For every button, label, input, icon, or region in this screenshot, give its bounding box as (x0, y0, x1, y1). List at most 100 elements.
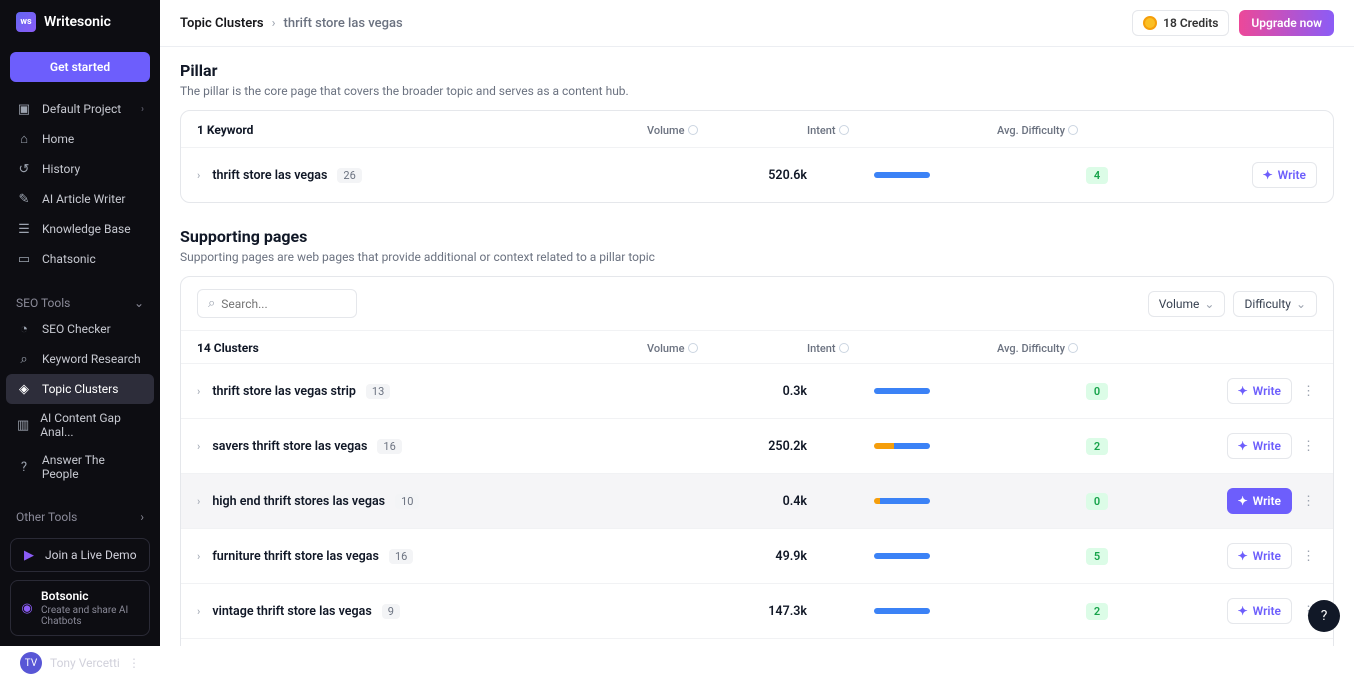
difficulty-value: 5 (997, 548, 1197, 565)
chevron-down-icon: ⌄ (134, 296, 144, 310)
more-icon[interactable]: ⋮ (1300, 549, 1317, 564)
upgrade-button[interactable]: Upgrade now (1239, 10, 1334, 36)
brand-logo: ws (16, 12, 36, 32)
sparkle-icon: ✦ (1238, 439, 1248, 453)
seo-tools-section[interactable]: SEO Tools ⌄ (0, 286, 160, 314)
info-icon (839, 125, 849, 135)
join-demo-button[interactable]: ▶ Join a Live Demo (10, 538, 150, 572)
main-area: Topic Clusters › thrift store las vegas … (160, 0, 1354, 646)
write-button[interactable]: ✦Write (1227, 598, 1292, 624)
write-button[interactable]: ✦Write (1227, 543, 1292, 569)
expand-icon[interactable]: › (197, 495, 200, 508)
sidebar-item-content-gap[interactable]: ▥ AI Content Gap Anal... (0, 404, 160, 446)
cluster-row: › furniture thrift store las vegas 16 49… (181, 528, 1333, 583)
credits-text: 18 Credits (1163, 16, 1218, 30)
title: Botsonic (41, 589, 139, 603)
label: History (42, 162, 80, 176)
more-icon[interactable]: ⋮ (1300, 494, 1317, 509)
get-started-button[interactable]: Get started (10, 52, 150, 82)
chevron-right-icon: › (140, 510, 144, 524)
cluster-count-badge: 9 (382, 604, 400, 619)
chart-icon: ▥ (16, 417, 30, 433)
chevron-down-icon: ⌄ (1204, 297, 1214, 311)
sidebar-item-ai-article[interactable]: ✎ AI Article Writer (0, 184, 160, 214)
col-volume: Volume (647, 342, 807, 355)
keyword-count-label: 1 Keyword (197, 123, 253, 137)
volume-value: 520.6k (647, 168, 807, 183)
expand-icon[interactable]: › (197, 169, 200, 182)
search-box[interactable]: ⌕ (197, 289, 357, 318)
sidebar-item-home[interactable]: ⌂ Home (0, 124, 160, 154)
filter-volume[interactable]: Volume⌄ (1148, 291, 1226, 317)
cluster-row: › vintage thrift store las vegas 9 147.3… (181, 583, 1333, 638)
write-button[interactable]: ✦Write (1252, 162, 1317, 188)
supporting-toolbar: ⌕ Volume⌄ Difficulty⌄ (181, 277, 1333, 330)
col-intent: Intent (807, 124, 997, 137)
filter-difficulty[interactable]: Difficulty⌄ (1233, 291, 1317, 317)
credits-badge[interactable]: 18 Credits (1132, 10, 1229, 36)
keyword-name: thrift store las vegas (212, 168, 327, 183)
user-row[interactable]: TV Tony Vercetti ⋮ (10, 644, 150, 682)
sidebar-item-history[interactable]: ↺ History (0, 154, 160, 184)
label: Knowledge Base (42, 222, 131, 236)
chevron-down-icon: ⌄ (1296, 297, 1306, 311)
sidebar-item-default-project[interactable]: ▣ Default Project › (0, 94, 160, 124)
supporting-card: ⌕ Volume⌄ Difficulty⌄ 14 Clusters Volume… (180, 276, 1334, 646)
folder-icon: ▣ (16, 101, 32, 117)
volume-value: 250.2k (647, 439, 807, 454)
search-input[interactable] (221, 297, 346, 311)
pen-icon: ✎ (16, 191, 32, 207)
clusters-head: 14 Clusters Volume Intent Avg. Difficult… (181, 330, 1333, 363)
write-button[interactable]: ✦Write (1227, 488, 1292, 514)
breadcrumb-root[interactable]: Topic Clusters (180, 16, 264, 31)
sidebar-item-topic-clusters[interactable]: ◈ Topic Clusters (6, 374, 154, 404)
expand-icon[interactable]: › (197, 605, 200, 618)
write-button[interactable]: ✦Write (1227, 378, 1292, 404)
gauge-icon: ◔ (16, 321, 32, 337)
chevron-right-icon: › (272, 16, 276, 31)
more-icon[interactable]: ⋮ (1300, 384, 1317, 399)
search-icon: ⌕ (208, 296, 215, 311)
botsonic-card[interactable]: ◉ Botsonic Create and share AI Chatbots (10, 580, 150, 636)
user-name: Tony Vercetti (50, 656, 120, 670)
sparkle-icon: ✦ (1238, 494, 1248, 508)
sidebar-item-keyword-research[interactable]: ⌕ Keyword Research (0, 344, 160, 374)
sidebar-item-knowledge-base[interactable]: ☰ Knowledge Base (0, 214, 160, 244)
write-button[interactable]: ✦Write (1227, 433, 1292, 459)
cluster-name: thrift store las vegas strip (212, 384, 356, 399)
cluster-rows: › thrift store las vegas strip 13 0.3k 0… (181, 363, 1333, 646)
sparkle-icon: ✦ (1238, 384, 1248, 398)
info-icon (839, 343, 849, 353)
label: SEO Checker (42, 322, 111, 336)
pillar-card: 1 Keyword Volume Intent Avg. Difficulty … (180, 110, 1334, 203)
book-icon: ☰ (16, 221, 32, 237)
sidebar-bottom: ▶ Join a Live Demo ◉ Botsonic Create and… (0, 528, 160, 692)
more-icon[interactable]: ⋮ (128, 656, 140, 670)
col-intent: Intent (807, 342, 997, 355)
label: Other Tools (16, 510, 77, 524)
info-icon (688, 343, 698, 353)
help-fab[interactable]: ? (1308, 600, 1340, 632)
chat-icon: ▭ (16, 251, 32, 267)
label: AI Article Writer (42, 192, 126, 206)
intent-bar (807, 498, 997, 504)
sidebar-item-chatsonic[interactable]: ▭ Chatsonic (0, 244, 160, 274)
col-volume: Volume (647, 124, 807, 137)
cluster-count-badge: 16 (389, 549, 413, 564)
clusters-count-label: 14 Clusters (197, 341, 259, 355)
cluster-name: vintage thrift store las vegas (212, 604, 371, 619)
sidebar-item-seo-checker[interactable]: ◔ SEO Checker (0, 314, 160, 344)
pillar-row: › thrift store las vegas 26 520.6k 4 ✦Wr… (181, 147, 1333, 202)
expand-icon[interactable]: › (197, 385, 200, 398)
intent-bar (807, 608, 997, 614)
expand-icon[interactable]: › (197, 550, 200, 563)
search-icon: ⌕ (16, 351, 32, 367)
other-tools-section[interactable]: Other Tools › (0, 500, 160, 528)
cluster-row: › savers thrift store las vegas 16 250.2… (181, 418, 1333, 473)
label: Home (42, 132, 74, 146)
sidebar-item-answer-people[interactable]: ? Answer The People (0, 446, 160, 488)
more-icon[interactable]: ⋮ (1300, 439, 1317, 454)
volume-value: 0.3k (647, 384, 807, 399)
volume-value: 0.4k (647, 494, 807, 509)
expand-icon[interactable]: › (197, 440, 200, 453)
